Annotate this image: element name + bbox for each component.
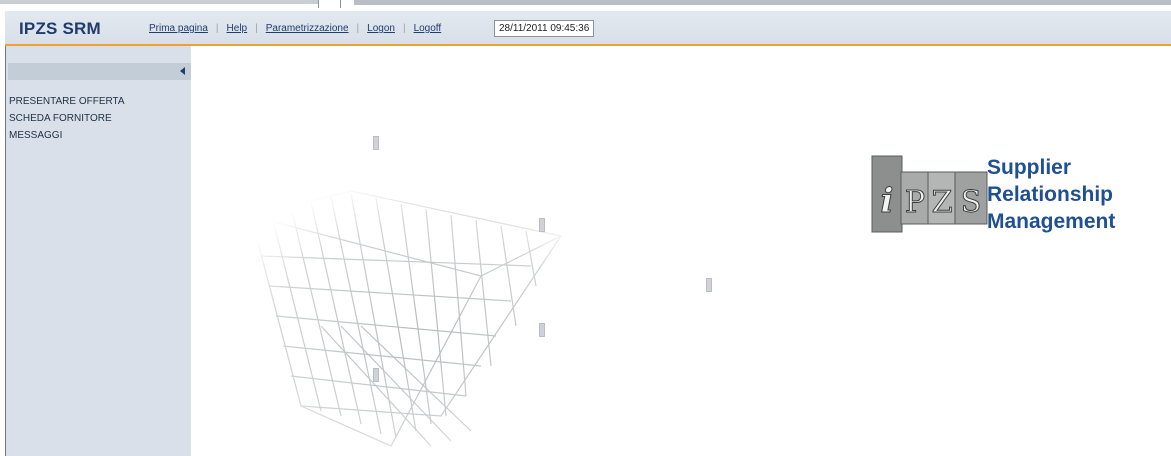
srm-brand-text: Supplier Relationship Management bbox=[987, 154, 1115, 235]
top-strip-left bbox=[0, 0, 318, 4]
svg-text:Z: Z bbox=[932, 185, 953, 220]
nav-link-prima-pagina[interactable]: Prima pagina bbox=[149, 23, 208, 34]
image-placeholder-icon bbox=[706, 278, 712, 292]
sidebar-collapse-bar[interactable] bbox=[8, 63, 191, 80]
image-placeholder-icon bbox=[373, 136, 379, 150]
main-content: i P Z S Supplier Relationship Management bbox=[191, 46, 1171, 456]
brand-line: Supplier bbox=[987, 156, 1072, 179]
shopping-cart-image bbox=[231, 176, 611, 456]
nav-separator: | bbox=[356, 23, 360, 34]
svg-text:P: P bbox=[905, 185, 925, 220]
header-bar: IPZS SRM Prima pagina | Help | Parametri… bbox=[5, 11, 1171, 46]
image-placeholder-icon bbox=[539, 323, 545, 337]
top-strip-divider bbox=[318, 0, 319, 8]
nav-separator: | bbox=[255, 23, 258, 34]
top-strip-right bbox=[354, 0, 1171, 5]
sidebar-item-messaggi[interactable]: MESSAGGI bbox=[9, 130, 62, 141]
svg-text:S: S bbox=[961, 185, 982, 220]
image-placeholder-icon bbox=[539, 218, 545, 232]
sidebar-item-scheda-fornitore[interactable]: SCHEDA FORNITORE bbox=[9, 113, 112, 124]
top-nav: Prima pagina | Help | Parametrizzazione … bbox=[149, 23, 441, 34]
triangle-left-icon[interactable] bbox=[180, 67, 185, 75]
app-title: IPZS SRM bbox=[19, 19, 101, 38]
nav-link-help[interactable]: Help bbox=[227, 23, 248, 34]
svg-text:i: i bbox=[881, 181, 894, 221]
sidebar-item-presentare-offerta[interactable]: PRESENTARE OFFERTA bbox=[9, 96, 125, 107]
nav-separator: | bbox=[402, 23, 406, 34]
nav-link-logon[interactable]: Logon bbox=[367, 23, 395, 34]
sidebar: PRESENTARE OFFERTA SCHEDA FORNITORE MESS… bbox=[6, 46, 191, 456]
brand-line: Relationship bbox=[987, 183, 1114, 206]
brand-line: Management bbox=[987, 210, 1116, 233]
nav-separator: | bbox=[215, 23, 219, 34]
top-strip bbox=[0, 0, 1171, 8]
nav-link-logoff[interactable]: Logoff bbox=[414, 23, 442, 34]
nav-link-parametrizzazione[interactable]: Parametrizzazione bbox=[266, 23, 349, 34]
ipzs-logo-icon: i P Z S bbox=[871, 155, 988, 233]
top-strip-divider bbox=[340, 0, 341, 8]
image-placeholder-icon bbox=[373, 368, 379, 382]
datetime-display: 28/11/2011 09:45:36 bbox=[494, 20, 595, 37]
